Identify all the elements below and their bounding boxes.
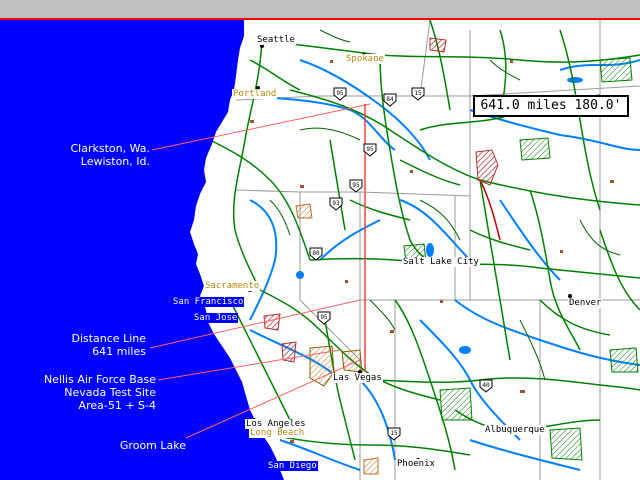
city-label-san-jose: San Jose (193, 313, 239, 323)
city-label-sacramento: Sacramento (204, 281, 261, 291)
shield-number: 15 (414, 90, 422, 97)
annotation-groom: Groom Lake (120, 439, 186, 452)
shield-number: 40 (482, 382, 490, 389)
park-area (363, 457, 379, 475)
shield-number: 80 (312, 250, 320, 257)
park-area (295, 203, 313, 219)
shield-number: 84 (386, 96, 394, 103)
shield-number: 15 (390, 430, 398, 437)
city-label-san-francisco: San Francisco (172, 297, 245, 307)
shield-number: 95 (320, 314, 328, 321)
annotation-distance-line2: 641 miles (92, 345, 146, 358)
city-label-salt-lake-city: Salt Lake City (402, 257, 480, 267)
forest-area (599, 57, 633, 83)
city-label-phoenix: Phoenix (396, 459, 436, 469)
shield-number: 95 (336, 90, 344, 97)
annotation-nellis-line1: Nellis Air Force Base (43, 373, 156, 386)
annotation-clarkston-line2: Lewiston, Id. (80, 155, 150, 168)
annotation-nellis: Nellis Air Force Base Nevada Test Site A… (44, 373, 156, 412)
annotation-distance: Distance Line 641 miles (71, 332, 146, 358)
city-label-las-vegas: Las Vegas (332, 373, 383, 383)
forest-area (439, 387, 473, 421)
city-label-denver: Denver (568, 298, 603, 308)
forest-area (519, 137, 551, 161)
annotation-clarkston: Clarkston, Wa. Lewiston, Id. (70, 142, 150, 168)
annotation-nellis-line3: Area-51 + S-4 (78, 399, 156, 412)
annotation-clarkston-line1: Clarkston, Wa. (70, 142, 150, 155)
distance-readout: 641.0 miles 180.0' (473, 95, 629, 117)
top-bar (0, 0, 640, 18)
shield-number: 95 (366, 146, 374, 153)
forest-area (609, 347, 639, 373)
park-area (429, 37, 447, 53)
shield-number: 93 (332, 200, 340, 207)
city-label-portland: Portland (232, 89, 278, 99)
shield-number: 95 (352, 182, 360, 189)
annotation-groom-line1: Groom Lake (119, 439, 186, 452)
city-label-long-beach: Long Beach (249, 428, 306, 438)
city-label-seattle: Seattle (256, 35, 296, 45)
forest-area (549, 427, 583, 461)
city-label-spokane: Spokane (345, 54, 385, 64)
city-label-san-diego: San Diego (267, 461, 318, 471)
park-area (263, 313, 281, 331)
annotation-distance-line1: Distance Line (71, 332, 146, 345)
city-label-albuquerque: Albuquerque (484, 425, 546, 435)
annotation-nellis-line2: Nevada Test Site (64, 386, 156, 399)
nellis-range (341, 349, 363, 373)
